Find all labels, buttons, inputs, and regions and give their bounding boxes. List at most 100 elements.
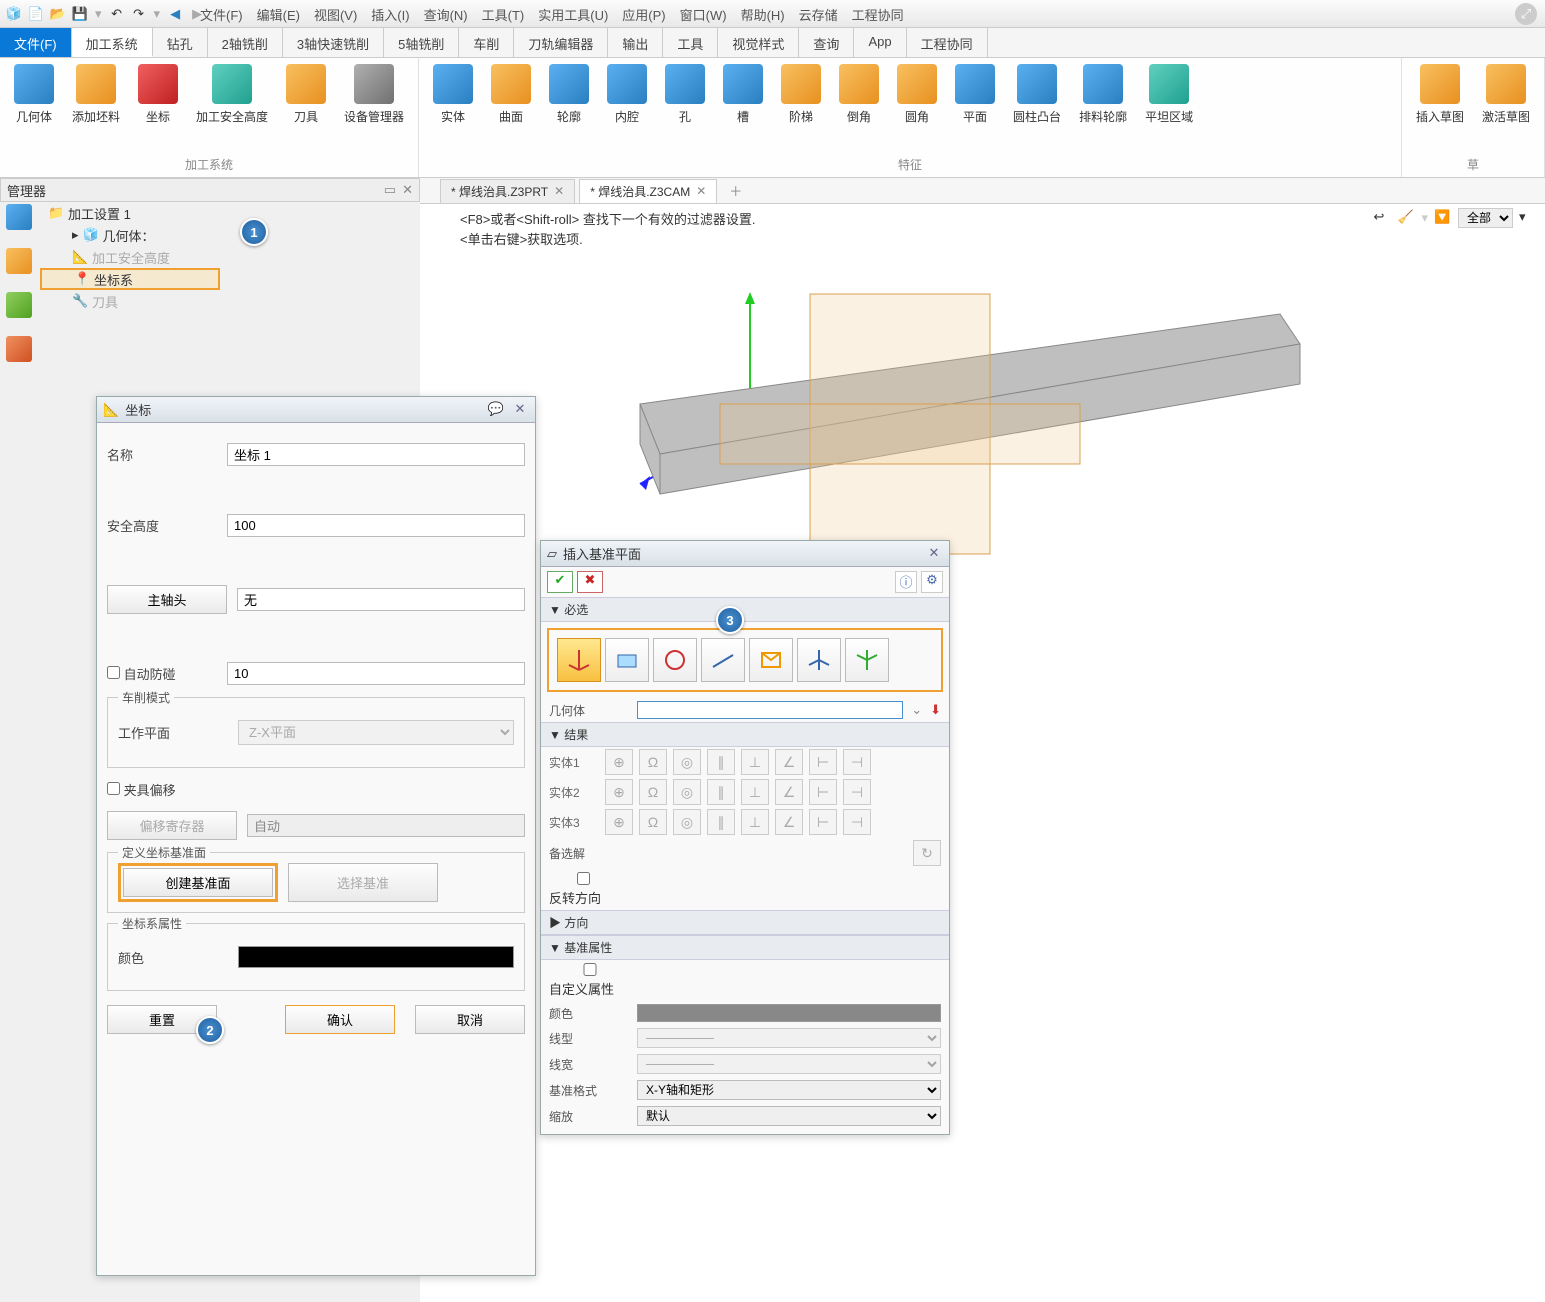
method-5[interactable] <box>749 638 793 682</box>
tree-tools[interactable]: 🔧 刀具 <box>40 290 420 312</box>
sym-btn[interactable]: ⊥ <box>741 779 769 805</box>
tab-drill[interactable]: 钻孔 <box>153 28 208 57</box>
filter-menu-icon[interactable]: ▾ <box>1519 209 1537 227</box>
menu-utilities[interactable]: 实用工具(U) <box>538 5 608 24</box>
ribbon-profile[interactable]: 轮廓 <box>541 62 597 154</box>
method-4[interactable] <box>701 638 745 682</box>
tab-file[interactable]: 文件(F) <box>0 28 72 57</box>
menu-collab[interactable]: 工程协同 <box>852 5 904 24</box>
sym-btn[interactable]: ⊕ <box>605 809 633 835</box>
sym-btn[interactable]: Ω <box>639 779 667 805</box>
menu-edit[interactable]: 编辑(E) <box>257 5 300 24</box>
anticollision-checkbox[interactable] <box>107 666 120 679</box>
ribbon-geometry[interactable]: 几何体 <box>6 62 62 154</box>
datum-color-swatch[interactable] <box>637 1004 941 1022</box>
eraser-icon[interactable]: 🧹 <box>1397 209 1415 227</box>
sym-btn[interactable]: ⊕ <box>605 749 633 775</box>
side-box-icon[interactable] <box>6 248 32 274</box>
section-attrs[interactable]: ▼ 基准属性 <box>541 935 949 960</box>
section-result[interactable]: ▼ 结果 <box>541 722 949 747</box>
tree-root[interactable]: 📁 加工设置 1 <box>40 202 420 224</box>
sym-btn[interactable]: ∥ <box>707 749 735 775</box>
ribbon-fillet[interactable]: 圆角 <box>889 62 945 154</box>
ribbon-insert-sketch[interactable]: 插入草图 <box>1408 62 1472 154</box>
ribbon-pocket[interactable]: 内腔 <box>599 62 655 154</box>
ribbon-step[interactable]: 阶梯 <box>773 62 829 154</box>
ribbon-activate-sketch[interactable]: 激活草图 <box>1474 62 1538 154</box>
side-user-icon[interactable] <box>6 336 32 362</box>
confirm-icon[interactable]: ✔ <box>547 571 573 593</box>
ribbon-coord[interactable]: 坐标 <box>130 62 186 154</box>
tree-coord-system[interactable]: 📍 坐标系 <box>40 268 220 290</box>
sym-btn[interactable]: ⊢ <box>809 809 837 835</box>
section-direction[interactable]: ▶ 方向 <box>541 910 949 935</box>
undo-view-icon[interactable]: ↩ <box>1373 209 1391 227</box>
menu-app[interactable]: 应用(P) <box>622 5 665 24</box>
filter-select[interactable]: 全部 <box>1458 208 1513 228</box>
panel-close-icon[interactable]: ✕ <box>511 401 529 419</box>
geometry-input[interactable] <box>637 701 903 719</box>
pick-icon[interactable]: ⬇ <box>930 702 941 718</box>
method-3[interactable] <box>653 638 697 682</box>
tab-visual-style[interactable]: 视觉样式 <box>718 28 799 57</box>
sym-btn[interactable]: Ω <box>639 749 667 775</box>
tab-output[interactable]: 输出 <box>608 28 663 57</box>
sym-btn[interactable]: ⊣ <box>843 749 871 775</box>
fullscreen-icon[interactable]: ⤢ <box>1515 3 1537 25</box>
expand-icon[interactable]: ⌄ <box>911 702 922 718</box>
method-6[interactable] <box>797 638 841 682</box>
menu-cloud[interactable]: 云存储 <box>799 5 838 24</box>
section-required[interactable]: ▼ 必选 <box>541 597 949 622</box>
tab-app[interactable]: App <box>854 28 906 57</box>
reverse-checkbox[interactable] <box>549 872 618 885</box>
sym-btn[interactable]: ∥ <box>707 809 735 835</box>
sym-btn[interactable]: ⊥ <box>741 809 769 835</box>
method-2[interactable] <box>605 638 649 682</box>
create-datum-button[interactable]: 创建基准面 <box>123 868 273 897</box>
menu-window[interactable]: 窗口(W) <box>680 5 727 24</box>
name-input[interactable] <box>227 443 525 466</box>
close-icon[interactable]: ✕ <box>554 184 564 198</box>
close-icon[interactable]: ✕ <box>696 184 706 198</box>
tab-3axis[interactable]: 3轴快速铣削 <box>283 28 384 57</box>
spindle-button[interactable]: 主轴头 <box>107 585 227 614</box>
ribbon-solid[interactable]: 实体 <box>425 62 481 154</box>
menu-view[interactable]: 视图(V) <box>314 5 357 24</box>
format-select[interactable]: X-Y轴和矩形 <box>637 1080 941 1100</box>
sym-btn[interactable]: ⊕ <box>605 779 633 805</box>
info-icon[interactable]: ⓘ <box>895 571 917 593</box>
sym-btn[interactable]: ∥ <box>707 779 735 805</box>
scale-select[interactable]: 默认 <box>637 1106 941 1126</box>
sym-btn[interactable]: ⊣ <box>843 809 871 835</box>
ribbon-plane[interactable]: 平面 <box>947 62 1003 154</box>
ribbon-add-stock[interactable]: 添加坯料 <box>64 62 128 154</box>
ribbon-nesting-profile[interactable]: 排料轮廓 <box>1071 62 1135 154</box>
tab-tools[interactable]: 工具 <box>663 28 718 57</box>
custom-attr-checkbox[interactable] <box>549 963 631 976</box>
tab-toolpath-editor[interactable]: 刀轨编辑器 <box>514 28 608 57</box>
sym-btn[interactable]: ◎ <box>673 749 701 775</box>
anticollision-input[interactable] <box>227 662 525 685</box>
sym-btn[interactable]: ∠ <box>775 809 803 835</box>
tab-turn[interactable]: 车削 <box>459 28 514 57</box>
tree-safe-height[interactable]: 📐 加工安全高度 <box>40 246 420 268</box>
tab-5axis[interactable]: 5轴铣削 <box>384 28 459 57</box>
panel-chat-icon[interactable]: 💬 <box>487 401 505 419</box>
cancel-button[interactable]: 取消 <box>415 1005 525 1034</box>
method-7[interactable] <box>845 638 889 682</box>
settings-icon[interactable]: ⚙ <box>921 571 943 593</box>
tab-collab[interactable]: 工程协同 <box>907 28 988 57</box>
side-tree-icon[interactable] <box>6 204 32 230</box>
ribbon-safe-height[interactable]: 加工安全高度 <box>188 62 276 154</box>
ribbon-flat-region[interactable]: 平坦区域 <box>1137 62 1201 154</box>
menu-tools[interactable]: 工具(T) <box>482 5 525 24</box>
tab-2axis[interactable]: 2轴铣削 <box>208 28 283 57</box>
sym-btn[interactable]: ⊢ <box>809 749 837 775</box>
sym-btn[interactable]: ∠ <box>775 779 803 805</box>
tree-geometry[interactable]: ▸🧊 几何体： <box>40 224 420 246</box>
menu-query[interactable]: 查询(N) <box>424 5 468 24</box>
safe-height-input[interactable] <box>227 514 525 537</box>
sym-btn[interactable]: ⊥ <box>741 749 769 775</box>
sym-btn[interactable]: ∠ <box>775 749 803 775</box>
ok-button[interactable]: 确认 <box>285 1005 395 1034</box>
